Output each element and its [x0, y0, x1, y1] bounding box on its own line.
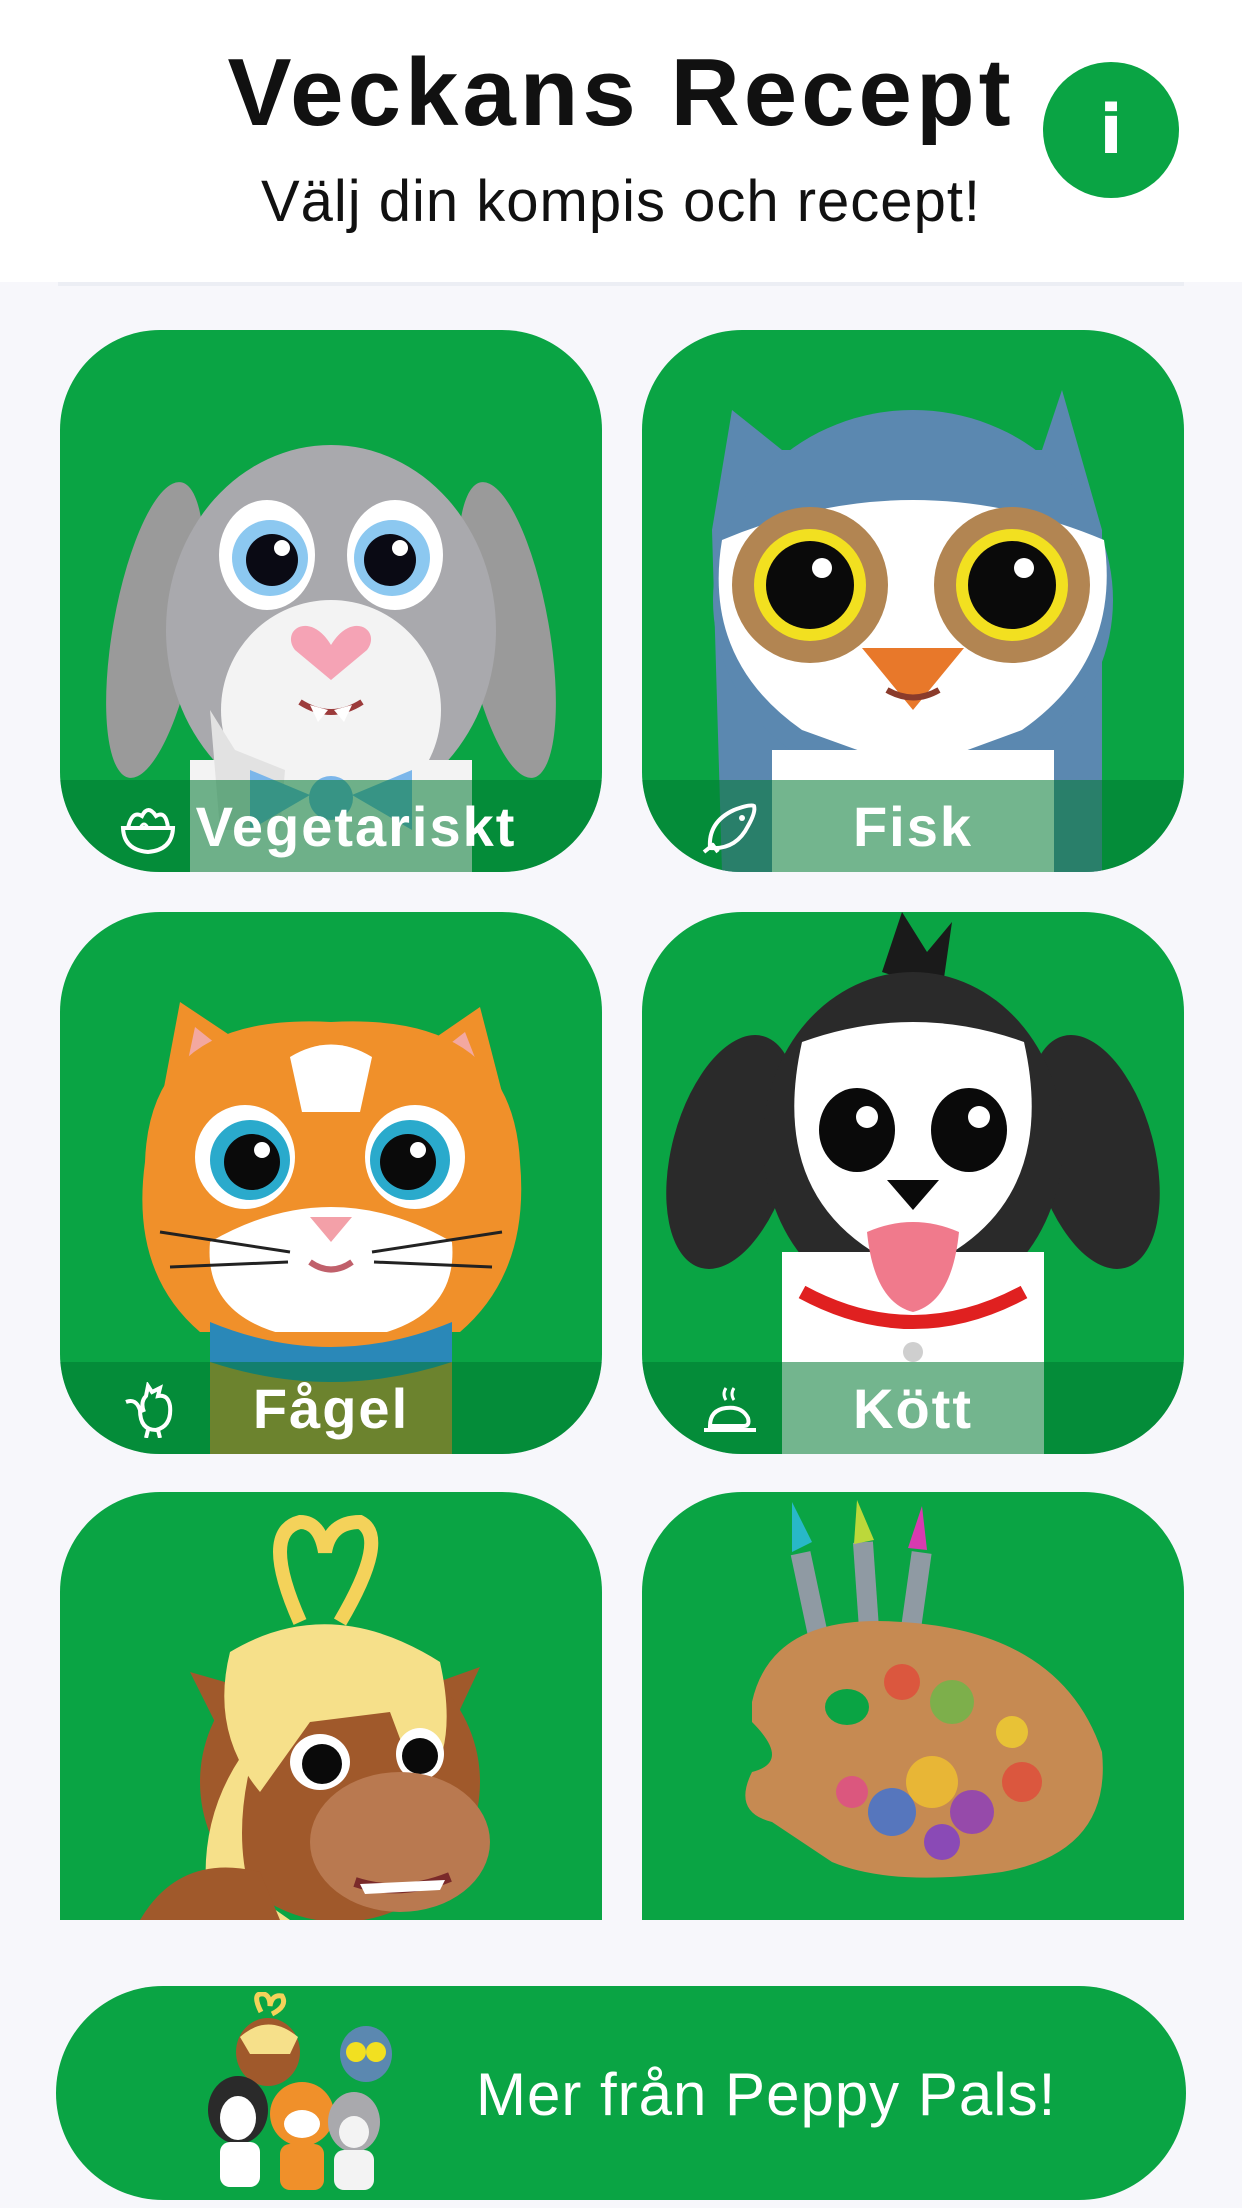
paint-palette-illustration [745, 1500, 1103, 1878]
card-vegetariskt[interactable]: Vegetariskt [60, 330, 602, 872]
more-from-peppy-pals-label: Mer från Peppy Pals! [476, 2061, 1057, 2128]
card-label-bar: Vegetariskt [60, 780, 602, 872]
card-paint[interactable] [642, 1492, 1184, 1920]
header-divider [58, 282, 1184, 286]
card-kott[interactable]: Kött [642, 912, 1184, 1454]
card-label-bar: Kött [642, 1362, 1184, 1454]
peppy-pals-characters-icon [208, 1992, 392, 2190]
info-icon: i [1099, 90, 1123, 170]
page-subtitle: Välj din kompis och recept! [260, 169, 982, 234]
info-button[interactable]: i [1043, 62, 1179, 198]
card-label-fagel: Fågel [252, 1377, 410, 1440]
card-label-vegetariskt: Vegetariskt [195, 795, 517, 858]
card-fisk[interactable]: Fisk [642, 330, 1184, 872]
card-label-fisk: Fisk [852, 795, 974, 858]
card-pony[interactable] [60, 1492, 602, 1920]
card-label-bar: Fisk [642, 780, 1184, 872]
pony-illustration [140, 1514, 490, 1920]
header: Veckans Recept Välj din kompis och recep… [0, 0, 1242, 282]
card-label-bar: Fågel [60, 1362, 602, 1454]
card-fagel[interactable]: Fågel [60, 912, 602, 1454]
card-label-kott: Kött [853, 1377, 973, 1440]
more-from-peppy-pals-button[interactable]: Mer från Peppy Pals! [56, 1986, 1186, 2200]
